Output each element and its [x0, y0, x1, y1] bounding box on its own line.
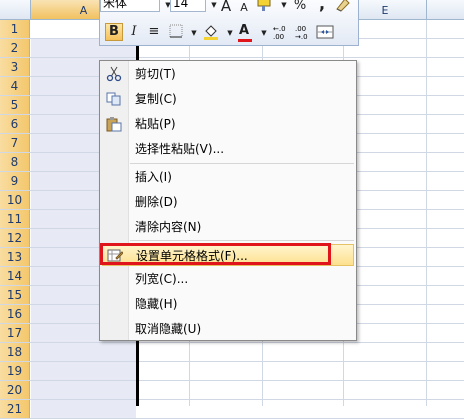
svg-text:.00: .00	[295, 25, 306, 33]
font-name-box[interactable]: 宋体	[100, 0, 160, 12]
font-color-dropdown-icon[interactable]: ▼	[256, 28, 272, 38]
row-header[interactable]: 11	[0, 210, 30, 228]
row-header[interactable]: 7	[0, 134, 30, 152]
align-center-button[interactable]: ≡	[146, 22, 162, 42]
row-header[interactable]: 20	[0, 381, 30, 399]
menu-item-label: 列宽(C)...	[135, 272, 189, 286]
svg-text:←.0: ←.0	[273, 25, 286, 33]
clear-format-icon[interactable]	[334, 0, 352, 16]
menu-item-clear-contents[interactable]: 清除内容(N)	[102, 216, 354, 238]
svg-text:.00: .00	[273, 33, 284, 41]
decrease-decimal-icon[interactable]: .00 →.0	[294, 23, 312, 43]
format-painter-dropdown-icon[interactable]: ▼	[276, 0, 292, 10]
row-header[interactable]: 1	[0, 20, 30, 38]
menu-item-insert[interactable]: 插入(I)	[102, 166, 354, 188]
menu-item-label: 取消隐藏(U)	[135, 322, 202, 336]
row-header[interactable]: 12	[0, 229, 30, 247]
table-row: 19	[0, 362, 464, 381]
cell-a[interactable]	[31, 343, 136, 361]
row-header[interactable]: 8	[0, 153, 30, 171]
mini-toolbar: 宋体 ▼ 14 ▼ A A ▼ % , B I ≡ ▼ ▼ A ▼ ←.0.00…	[99, 0, 359, 46]
paste-icon	[106, 116, 122, 132]
menu-item-paste[interactable]: 粘贴(P)	[102, 113, 354, 135]
menu-item-cut[interactable]: 剪切(T)	[102, 63, 354, 85]
menu-item-copy[interactable]: 复制(C)	[102, 88, 354, 110]
menu-item-label: 复制(C)	[135, 92, 177, 106]
cell-a[interactable]	[31, 381, 136, 399]
merge-center-icon[interactable]	[316, 23, 334, 43]
copy-icon	[106, 91, 122, 107]
font-color-button[interactable]: A	[236, 21, 252, 41]
row-header[interactable]: 2	[0, 39, 30, 57]
table-row: 18	[0, 343, 464, 362]
row-header[interactable]: 5	[0, 96, 30, 114]
fill-color-icon[interactable]	[202, 23, 220, 43]
percent-style-button[interactable]: %	[292, 0, 308, 16]
font-color-swatch	[238, 39, 252, 42]
borders-icon[interactable]	[168, 23, 184, 43]
row-header[interactable]: 6	[0, 115, 30, 133]
font-name-value: 宋体	[103, 0, 128, 10]
bold-button[interactable]: B	[105, 23, 123, 41]
menu-item-label: 选择性粘贴(V)...	[135, 142, 225, 156]
shrink-font-button[interactable]: A	[236, 0, 252, 18]
menu-item-delete[interactable]: 删除(D)	[102, 191, 354, 213]
menu-item-label: 粘贴(P)	[135, 117, 176, 131]
row-header[interactable]: 13	[0, 248, 30, 266]
format-painter-icon[interactable]	[256, 0, 274, 16]
row-header[interactable]: 19	[0, 362, 30, 380]
select-all-corner[interactable]	[0, 0, 31, 19]
cell-a[interactable]	[31, 362, 136, 380]
row-header[interactable]: 21	[0, 400, 30, 418]
row-header[interactable]: 18	[0, 343, 30, 361]
row-header[interactable]: 16	[0, 305, 30, 323]
context-menu: 剪切(T) 复制(C) 粘贴(P) 选择性粘贴(V)... 插入(I) 删除(D…	[99, 60, 357, 341]
menu-item-label: 剪切(T)	[135, 67, 176, 81]
scissors-icon	[106, 66, 122, 82]
row-header[interactable]: 17	[0, 324, 30, 342]
borders-dropdown-icon[interactable]: ▼	[186, 28, 202, 38]
table-row: 20	[0, 381, 464, 400]
menu-item-paste-special[interactable]: 选择性粘贴(V)...	[102, 138, 354, 160]
gridline	[426, 20, 427, 406]
grow-font-button[interactable]: A	[218, 0, 234, 16]
row-header[interactable]: 14	[0, 267, 30, 285]
menu-item-hide[interactable]: 隐藏(H)	[102, 293, 354, 315]
column-header-f[interactable]	[427, 0, 464, 19]
menu-item-column-width[interactable]: 列宽(C)...	[102, 268, 354, 290]
row-header[interactable]: 15	[0, 286, 30, 304]
font-size-value: 14	[173, 0, 189, 10]
menu-item-label: 清除内容(N)	[135, 220, 202, 234]
italic-button[interactable]: I	[126, 22, 142, 42]
comma-style-button[interactable]: ,	[314, 0, 330, 14]
menu-separator	[130, 163, 354, 164]
cell-a[interactable]	[31, 400, 136, 418]
font-size-box[interactable]: 14	[170, 0, 206, 12]
font-color-letter: A	[238, 23, 250, 38]
menu-item-unhide[interactable]: 取消隐藏(U)	[102, 318, 354, 340]
menu-separator	[130, 240, 354, 241]
highlight-annotation-box	[100, 243, 331, 265]
row-header[interactable]: 9	[0, 172, 30, 190]
increase-decimal-icon[interactable]: ←.0.00	[272, 23, 290, 43]
row-header[interactable]: 3	[0, 58, 30, 76]
row-header[interactable]: 4	[0, 77, 30, 95]
table-row: 21	[0, 400, 464, 419]
row-header[interactable]: 10	[0, 191, 30, 209]
svg-text:→.0: →.0	[295, 33, 308, 41]
menu-item-label: 删除(D)	[135, 195, 178, 209]
menu-item-label: 插入(I)	[135, 170, 172, 184]
menu-item-label: 隐藏(H)	[135, 297, 178, 311]
